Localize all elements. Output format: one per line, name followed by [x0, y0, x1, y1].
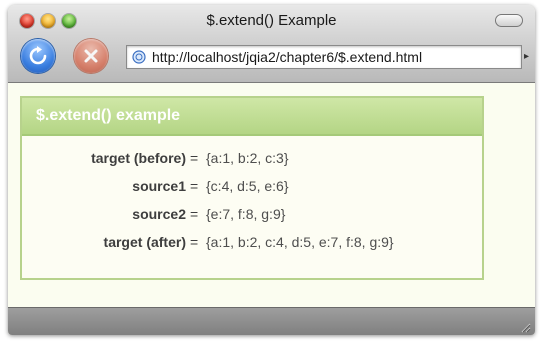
row-target-after: target (after) = {a:1, b:2, c:4, d:5, e:…: [22, 230, 482, 258]
extend-module: $.extend() example target (before) = {a:…: [20, 96, 484, 280]
row-value: {a:1, b:2, c:4, d:5, e:7, f:8, g:9}: [206, 234, 394, 250]
result-rows: target (before) = {a:1, b:2, c:3} source…: [22, 146, 482, 258]
browser-window: $.extend() Example http://localhost/jqia…: [8, 5, 535, 335]
window-title: $.extend() Example: [206, 12, 337, 29]
row-equals: =: [190, 150, 199, 166]
module-title: $.extend() example: [36, 107, 181, 124]
row-value: {e:7, f:8, g:9}: [206, 206, 286, 222]
status-bar: [8, 307, 535, 335]
row-source2: source2 = {e:7, f:8, g:9}: [22, 202, 482, 230]
address-dropdown-icon[interactable]: ▸: [524, 51, 529, 62]
row-label: source1: [132, 178, 186, 194]
module-header: $.extend() example: [22, 98, 482, 136]
reload-button[interactable]: [21, 39, 55, 73]
row-value: {c:4, d:5, e:6}: [206, 178, 289, 194]
url-text: http://localhost/jqia2/chapter6/$.extend…: [152, 49, 423, 65]
row-equals: =: [190, 206, 199, 222]
row-source1: source1 = {c:4, d:5, e:6}: [22, 174, 482, 202]
row-value: {a:1, b:2, c:3}: [206, 150, 289, 166]
stop-icon: [84, 49, 98, 63]
page-content: $.extend() example target (before) = {a:…: [8, 83, 535, 307]
address-bar[interactable]: http://localhost/jqia2/chapter6/$.extend…: [126, 45, 522, 69]
row-equals: =: [190, 234, 199, 250]
row-label: source2: [132, 206, 186, 222]
row-equals: =: [190, 178, 199, 194]
reload-icon: [29, 46, 47, 65]
resize-grip-icon[interactable]: [519, 321, 531, 333]
toolbar-toggle-button[interactable]: [495, 14, 523, 27]
row-target-before: target (before) = {a:1, b:2, c:3}: [22, 146, 482, 174]
globe-icon: [132, 50, 146, 64]
row-label: target (after): [103, 234, 186, 250]
row-label: target (before): [91, 150, 186, 166]
stop-button[interactable]: [74, 39, 108, 73]
browser-toolbar: $.extend() Example http://localhost/jqia…: [8, 5, 535, 83]
